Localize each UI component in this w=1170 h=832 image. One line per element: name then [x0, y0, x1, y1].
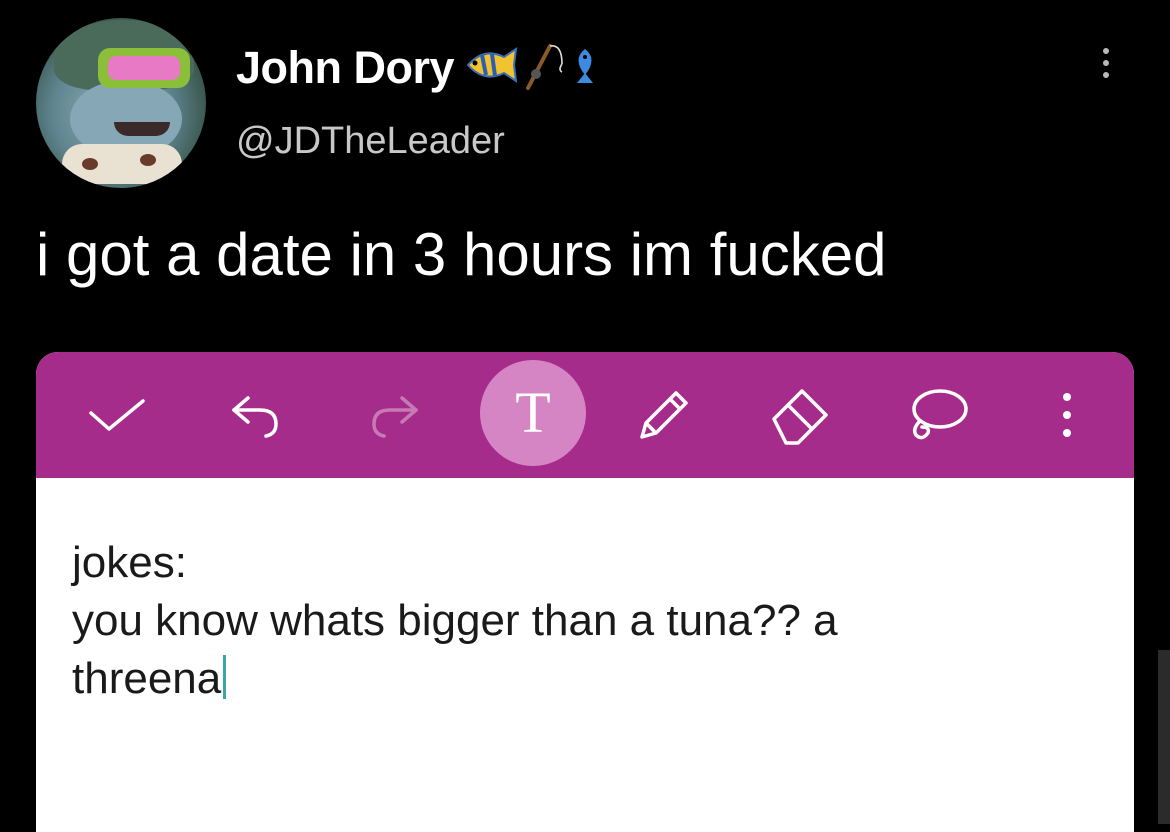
scrollbar[interactable] — [1158, 650, 1170, 824]
avatar-scarf — [62, 144, 182, 184]
note-line: threena — [72, 654, 222, 703]
text-caret — [223, 655, 227, 699]
tweet-text: i got a date in 3 hours im fucked — [36, 221, 887, 288]
note-line: you know whats bigger than a tuna?? a — [72, 596, 838, 645]
avatar-spot — [140, 154, 156, 166]
fish-icon — [568, 45, 602, 90]
more-vertical-icon[interactable] — [1042, 352, 1092, 478]
display-name-row: John Dory — [236, 38, 602, 97]
display-name[interactable]: John Dory — [236, 42, 455, 94]
note-editor: T jokes: you know whats bigger than a tu… — [36, 352, 1134, 832]
redo-icon[interactable] — [354, 352, 434, 478]
note-canvas[interactable]: jokes: you know whats bigger than a tuna… — [36, 478, 1134, 832]
eraser-icon[interactable] — [754, 352, 844, 478]
editor-toolbar: T — [36, 352, 1134, 478]
check-icon[interactable] — [72, 352, 162, 478]
name-emojis — [464, 38, 602, 97]
note-line: jokes: — [72, 538, 187, 587]
avatar-mouth — [114, 122, 170, 136]
lasso-icon[interactable] — [892, 352, 982, 478]
text-tool-letter: T — [515, 380, 551, 445]
pencil-icon[interactable] — [624, 352, 704, 478]
avatar-goggle-lens — [108, 56, 180, 80]
more-options-icon[interactable] — [1096, 48, 1116, 88]
text-tool-icon[interactable]: T — [480, 360, 586, 466]
undo-icon[interactable] — [216, 352, 296, 478]
tropical-fish-icon — [464, 45, 520, 90]
user-handle[interactable]: @JDTheLeader — [236, 120, 505, 163]
fishing-pole-icon — [522, 38, 566, 97]
note-line-last: threena — [72, 654, 227, 704]
avatar-spot — [82, 158, 98, 170]
avatar[interactable] — [36, 18, 206, 188]
